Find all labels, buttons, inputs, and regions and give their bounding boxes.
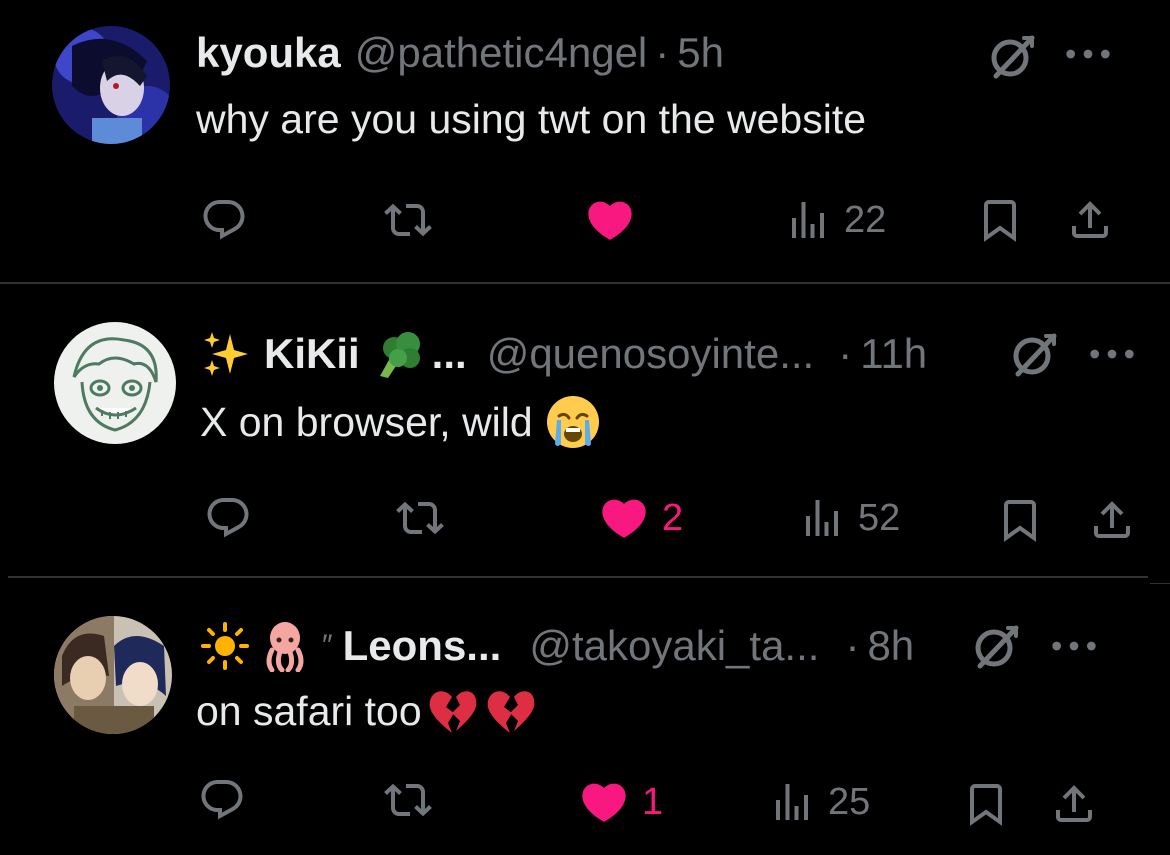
like-button[interactable]: 1 [578,776,663,828]
share-icon [1050,780,1098,828]
timestamp[interactable]: 8h [867,621,914,671]
crying-face-emoji [545,394,601,450]
bookmark-icon [962,780,1010,828]
like-count: 2 [662,497,684,539]
display-name-truncation: ... [431,330,467,377]
reply-button[interactable] [200,196,248,244]
view-count: 25 [828,781,871,823]
like-icon [584,194,636,246]
retweet-icon [384,196,432,244]
display-name[interactable]: Leons... [343,621,502,671]
views-button[interactable]: 25 [768,778,870,826]
views-icon [784,196,832,244]
bookmark-icon [976,196,1024,244]
post-text: X on browser, wild [200,394,601,450]
like-count: 1 [642,781,664,823]
broken-heart-emoji [484,687,538,735]
retweet-icon [384,776,432,824]
post-text: on safari too [196,686,538,736]
bookmark-button[interactable] [962,780,1010,828]
name-prefix: ″ [322,629,333,662]
bookmark-button[interactable] [976,196,1024,244]
reply-button[interactable] [204,494,252,542]
reply-icon [204,494,252,542]
post-text: why are you using twt on the website [196,96,867,142]
broken-heart-emoji [426,687,480,735]
separator: · [845,622,860,669]
like-icon [578,776,630,828]
like-button[interactable]: 2 [598,492,683,544]
reply-icon [200,196,248,244]
grok-icon[interactable] [1008,330,1060,378]
divider [0,282,1170,284]
handle[interactable]: @quenosoyinte... [487,329,815,379]
view-count: 22 [844,199,887,241]
like-icon [598,492,650,544]
share-icon [1066,196,1114,244]
views-button[interactable]: 52 [798,494,900,542]
more-icon[interactable] [1086,346,1138,362]
bookmark-icon [996,496,1044,544]
retweet-icon [396,494,444,542]
handle[interactable]: @takoyaki_ta... [529,621,819,671]
post-3[interactable]: ″ Leons... @takoyaki_ta... · 8h on safar… [0,580,1170,855]
views-icon [798,494,846,542]
handle[interactable]: @pathetic4ngel [355,28,648,78]
broccoli-emoji [372,328,424,380]
like-button[interactable] [584,194,648,246]
avatar[interactable] [54,616,172,734]
views-button[interactable]: 22 [784,196,886,244]
post-header: kyouka @pathetic4ngel · 5h [196,28,724,78]
reply-button[interactable] [198,776,246,824]
retweet-button[interactable] [396,494,444,542]
sun-emoji [200,621,250,671]
separator: · [838,330,853,377]
share-button[interactable] [1066,196,1114,244]
separator: · [655,29,670,76]
grok-icon[interactable] [986,32,1038,80]
display-name[interactable]: kyouka [196,28,341,78]
retweet-button[interactable] [384,776,432,824]
retweet-button[interactable] [384,196,432,244]
avatar[interactable] [54,322,176,444]
more-icon[interactable] [1062,46,1114,62]
post-1[interactable]: kyouka @pathetic4ngel · 5h why are you u… [0,0,1170,284]
bookmark-button[interactable] [996,496,1044,544]
post-header: KiKii ... @quenosoyinte... · 11h [202,328,927,380]
sparkles-emoji [202,330,250,378]
timestamp[interactable]: 11h [860,329,927,379]
share-button[interactable] [1088,496,1136,544]
more-icon[interactable] [1048,638,1100,654]
share-button[interactable] [1050,780,1098,828]
share-icon [1088,496,1136,544]
timestamp[interactable]: 5h [677,28,724,78]
avatar[interactable] [52,26,170,144]
display-name[interactable]: KiKii [264,329,360,379]
reply-icon [198,776,246,824]
post-header: ″ Leons... @takoyaki_ta... · 8h [200,620,914,672]
view-count: 52 [858,497,901,539]
squid-emoji [260,620,310,672]
post-2[interactable]: KiKii ... @quenosoyinte... · 11h X on br… [0,286,1170,578]
grok-icon[interactable] [970,622,1022,670]
views-icon [768,778,816,826]
divider [8,576,1148,578]
